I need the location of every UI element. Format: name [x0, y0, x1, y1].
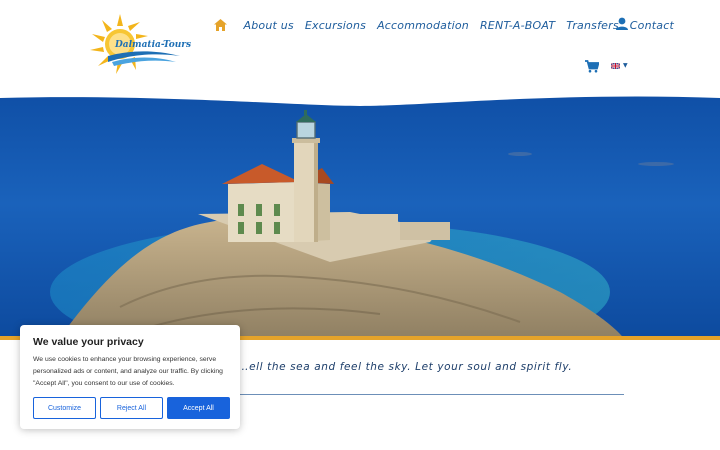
hero-image — [0, 92, 720, 340]
site-logo[interactable]: Dalmatia-Tours — [88, 12, 191, 76]
lighthouse-island-photo — [0, 92, 720, 340]
cookie-consent-banner: We value your privacy We use cookies to … — [20, 325, 240, 429]
logo-text: Dalmatia-Tours — [115, 40, 192, 50]
cookie-title: We value your privacy — [33, 336, 144, 348]
nav-transfers[interactable]: Transfers — [566, 19, 619, 32]
site-header: Dalmatia-Tours About us Excursions Accom… — [0, 0, 720, 92]
customize-button[interactable]: Customize — [33, 397, 96, 419]
main-navigation: About us Excursions Accommodation RENT-A… — [212, 14, 680, 36]
nav-accommodation[interactable]: Accommodation — [377, 19, 469, 32]
user-icon[interactable] — [616, 16, 628, 30]
nav-contact[interactable]: Contact — [630, 19, 674, 32]
nav-excursions[interactable]: Excursions — [305, 19, 366, 32]
home-icon[interactable] — [212, 17, 228, 33]
language-selector[interactable]: ▼ — [611, 62, 631, 70]
cookie-description: We use cookies to enhance your browsing … — [33, 356, 223, 387]
section-divider — [238, 394, 624, 395]
nav-rent-a-boat[interactable]: RENT-A-BOAT — [480, 19, 555, 32]
accept-all-button[interactable]: Accept All — [167, 397, 230, 419]
chevron-down-icon: ▼ — [623, 62, 628, 69]
reject-all-button[interactable]: Reject All — [100, 397, 163, 419]
cookie-button-row: Customize Reject All Accept All — [33, 397, 230, 419]
nav-about-us[interactable]: About us — [244, 19, 294, 32]
cart-icon[interactable] — [585, 58, 600, 73]
uk-flag-icon — [611, 63, 620, 69]
hero-tagline: …ell the sea and feel the sky. Let your … — [238, 361, 573, 373]
